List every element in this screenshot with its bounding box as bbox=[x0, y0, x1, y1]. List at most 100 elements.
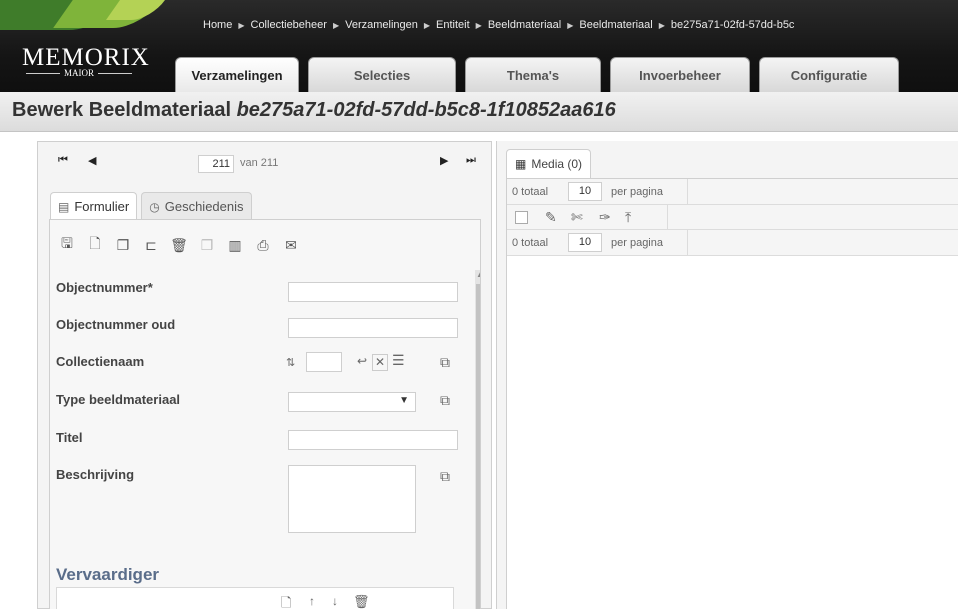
mail-icon[interactable]: ✉ bbox=[280, 234, 302, 256]
record-form-panel: ⏮ ◀ 211 van 211 ▶ ⏭ ▤ Formulier ◷ Geschi… bbox=[37, 141, 492, 609]
lookup-icon[interactable]: ⧉ bbox=[440, 468, 450, 485]
new-record-icon[interactable]: 🗋 bbox=[84, 234, 106, 256]
clock-icon: ◷ bbox=[149, 199, 160, 214]
chevron-right-icon: ▶ bbox=[238, 20, 245, 30]
next-record-icon[interactable]: ▶ bbox=[440, 154, 448, 167]
objectnummer-oud-input[interactable] bbox=[288, 318, 458, 338]
form-scrollbar[interactable]: ▲ bbox=[475, 270, 480, 609]
save-icon[interactable]: 🖫 bbox=[56, 234, 78, 256]
scrollbar-thumb[interactable] bbox=[476, 284, 480, 609]
per-page-input-top[interactable]: 10 bbox=[568, 182, 602, 201]
clear-icon[interactable]: ✕ bbox=[372, 354, 388, 371]
list-icon[interactable]: ☰ bbox=[392, 352, 405, 369]
attach-icon[interactable]: ✎ bbox=[545, 209, 557, 226]
last-record-icon[interactable]: ⏭ bbox=[466, 154, 476, 167]
memorix-logo[interactable]: MEMORIX MAIOR bbox=[22, 45, 172, 93]
per-page-label-top: per pagina bbox=[611, 186, 663, 198]
main-tabs: Verzamelingen Selecties Thema's Invoerbe… bbox=[175, 57, 908, 92]
vervaardiger-box: 🗋 ↑ ↓ 🗑 bbox=[56, 587, 454, 609]
add-folder-icon[interactable]: ⊏ bbox=[140, 234, 162, 256]
form-card: 🖫 🗋 ❐ ⊏ 🗑 ❒ ▥ ⎙ ✉ Objectnummer* Objectnu… bbox=[49, 219, 481, 609]
document-icon[interactable]: ▥ bbox=[224, 234, 246, 256]
record-number-input[interactable]: 211 bbox=[198, 155, 234, 173]
chevron-down-icon: ▼ bbox=[399, 395, 409, 406]
select-all-checkbox[interactable] bbox=[515, 211, 528, 224]
brand-name: MEMORIX bbox=[22, 44, 150, 71]
trash-icon[interactable]: 🗑 bbox=[168, 234, 190, 256]
breadcrumb-home[interactable]: Home bbox=[203, 19, 232, 31]
label-objectnummer: Objectnummer* bbox=[56, 280, 153, 295]
label-objectnummer-oud: Objectnummer oud bbox=[56, 317, 176, 332]
tab-geschiedenis[interactable]: ◷ Geschiedenis bbox=[141, 192, 252, 220]
chevron-right-icon: ▶ bbox=[332, 20, 340, 30]
breadcrumb-beeldmateriaal-2[interactable]: Beeldmateriaal bbox=[579, 19, 652, 31]
chevron-right-icon: ▶ bbox=[423, 20, 431, 30]
chevron-right-icon: ▶ bbox=[658, 20, 665, 30]
media-pager-top: 0 totaal 10 per pagina bbox=[507, 179, 958, 205]
type-beeldmateriaal-select[interactable]: ▼ bbox=[288, 392, 416, 412]
titel-input[interactable] bbox=[288, 430, 458, 450]
breadcrumb: Home ▶ Collectiebeheer ▶ Verzamelingen ▶… bbox=[203, 17, 794, 33]
media-content: 0 totaal 10 per pagina ✎ ✄ ✑ ⤒ 0 totaal … bbox=[506, 178, 958, 609]
chevron-right-icon: ▶ bbox=[475, 20, 482, 30]
per-page-label-bottom: per pagina bbox=[611, 237, 663, 249]
tab-selecties[interactable]: Selecties bbox=[308, 57, 456, 92]
breadcrumb-verzamelingen[interactable]: Verzamelingen bbox=[345, 19, 418, 31]
label-beschrijving: Beschrijving bbox=[56, 467, 135, 482]
form-icon: ▤ bbox=[58, 199, 70, 214]
down-arrow-icon[interactable]: ↓ bbox=[332, 594, 338, 608]
page-title-prefix: Bewerk Beeldmateriaal bbox=[12, 99, 232, 121]
media-pager-bottom: 0 totaal 10 per pagina bbox=[507, 230, 958, 256]
per-page-input-bottom[interactable]: 10 bbox=[568, 233, 602, 252]
edit-link-icon[interactable]: ✑ bbox=[599, 209, 611, 226]
tab-configuratie[interactable]: Configuratie bbox=[759, 57, 899, 92]
breadcrumb-entiteit[interactable]: Entiteit bbox=[436, 19, 470, 31]
breadcrumb-beeldmateriaal[interactable]: Beeldmateriaal bbox=[488, 19, 561, 31]
breadcrumb-collectiebeheer[interactable]: Collectiebeheer bbox=[251, 19, 327, 31]
record-pager: ⏮ ◀ 211 van 211 ▶ ⏭ bbox=[38, 142, 491, 180]
label-collectienaam: Collectienaam bbox=[56, 354, 145, 369]
link-icon[interactable]: ↩ bbox=[357, 354, 367, 368]
lookup-icon[interactable]: ⧉ bbox=[440, 392, 450, 409]
print-icon[interactable]: ⎙ bbox=[252, 234, 274, 256]
media-total-top: 0 totaal bbox=[512, 186, 549, 198]
tab-invoerbeheer[interactable]: Invoerbeheer bbox=[610, 57, 750, 92]
add-icon[interactable]: 🗋 bbox=[281, 594, 291, 609]
trash-icon[interactable]: 🗑 bbox=[353, 594, 370, 609]
tab-formulier[interactable]: ▤ Formulier bbox=[50, 192, 138, 220]
collectienaam-input[interactable] bbox=[306, 352, 342, 372]
media-panel: ▦ Media (0) 0 totaal 10 per pagina ✎ ✄ ✑… bbox=[496, 141, 958, 609]
label-type-beeldmateriaal: Type beeldmateriaal bbox=[56, 392, 181, 407]
chevron-right-icon: ▶ bbox=[567, 20, 574, 30]
paste-icon: ❒ bbox=[200, 236, 214, 253]
scroll-up-icon[interactable]: ▲ bbox=[476, 270, 480, 279]
copy-icon[interactable]: ❐ bbox=[112, 234, 134, 256]
tab-media-label: Media (0) bbox=[531, 157, 583, 171]
record-total: van 211 bbox=[240, 157, 279, 169]
tab-geschiedenis-label: Geschiedenis bbox=[164, 199, 244, 214]
objectnummer-input[interactable] bbox=[288, 282, 458, 302]
media-total-bottom: 0 totaal bbox=[512, 237, 549, 249]
breadcrumb-current: be275a71-02fd-57dd-b5c bbox=[670, 19, 795, 31]
up-arrow-icon[interactable]: ↑ bbox=[309, 594, 315, 608]
tab-media[interactable]: ▦ Media (0) bbox=[506, 149, 592, 178]
previous-record-icon[interactable]: ◀ bbox=[88, 154, 96, 167]
tab-formulier-label: Formulier bbox=[74, 199, 130, 214]
media-action-row: ✎ ✄ ✑ ⤒ bbox=[507, 205, 958, 230]
sort-icon[interactable]: ⇅ bbox=[286, 356, 295, 369]
section-vervaardiger: Vervaardiger bbox=[56, 565, 160, 584]
film-icon: ▦ bbox=[515, 157, 527, 171]
top-header: Home ▶ Collectiebeheer ▶ Verzamelingen ▶… bbox=[0, 0, 958, 92]
tab-verzamelingen[interactable]: Verzamelingen bbox=[175, 57, 299, 92]
label-titel: Titel bbox=[56, 430, 83, 445]
tab-themas[interactable]: Thema's bbox=[465, 57, 601, 92]
unlink-icon[interactable]: ✄ bbox=[571, 209, 583, 226]
page-title-id: be275a71-02fd-57dd-b5c8-1f10852aa616 bbox=[236, 99, 616, 121]
page-title: Bewerk Beeldmateriaal be275a71-02fd-57dd… bbox=[0, 92, 958, 132]
lookup-icon[interactable]: ⧉ bbox=[440, 354, 450, 371]
upload-icon[interactable]: ⤒ bbox=[625, 209, 631, 226]
first-record-icon[interactable]: ⏮ bbox=[58, 154, 68, 167]
beschrijving-textarea[interactable] bbox=[288, 465, 416, 533]
logo-swoosh bbox=[0, 0, 170, 40]
form-toolbar: 🖫 🗋 ❐ ⊏ 🗑 ❒ ▥ ⎙ ✉ bbox=[56, 234, 308, 256]
